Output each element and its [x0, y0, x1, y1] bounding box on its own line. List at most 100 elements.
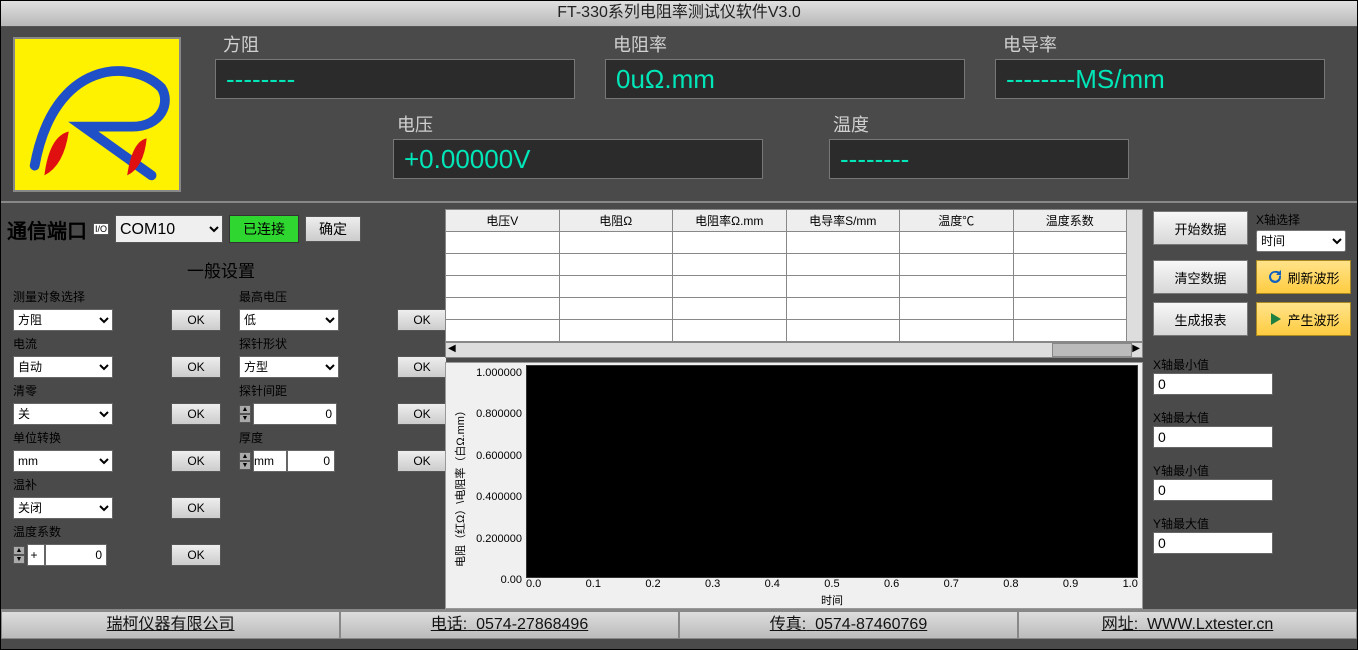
table-vscroll[interactable] — [1127, 210, 1143, 342]
data-table: 电压V 电阻Ω 电阻率Ω.mm 电导率S/mm 温度℃ 温度系数 — [445, 209, 1143, 342]
title-bar: FT-330系列电阻率测试仪软件V3.0 — [1, 1, 1357, 27]
table-header[interactable]: 电压V — [446, 210, 560, 232]
gen-report-button[interactable]: 生成报表 — [1153, 302, 1248, 336]
current-ok-button[interactable]: OK — [171, 356, 221, 378]
probe-dist-spinner[interactable]: ▲▼ — [239, 405, 251, 423]
footer: 瑞柯仪器有限公司 电话: 0574-27868496 传真: 0574-8746… — [1, 609, 1357, 639]
coef-ok-button[interactable]: OK — [171, 544, 221, 566]
thick-spinner[interactable]: ▲▼ — [239, 452, 251, 470]
table-row — [446, 254, 1143, 276]
xaxis-select-label: X轴选择 — [1256, 211, 1351, 228]
conductivity-label: 电导率 — [1003, 31, 1057, 57]
tempcomp-label: 温补 — [13, 476, 231, 493]
thick-ok-button[interactable]: OK — [397, 450, 447, 472]
logo-container — [1, 27, 193, 201]
coef-sign — [27, 544, 45, 566]
sq-res-value: -------- — [215, 59, 575, 99]
probe-dist-input[interactable] — [253, 403, 337, 425]
ymax-label: Y轴最大值 — [1153, 515, 1351, 532]
unit-label: 单位转换 — [13, 429, 231, 446]
probe-dist-ok-button[interactable]: OK — [397, 403, 447, 425]
voltage-value: +0.00000V — [393, 139, 763, 179]
xmin-input[interactable] — [1153, 373, 1273, 395]
thick-input[interactable] — [287, 450, 335, 472]
unit-ok-button[interactable]: OK — [171, 450, 221, 472]
coef-input[interactable] — [45, 544, 107, 566]
sq-res-label: 方阻 — [223, 31, 259, 57]
probe-shape-select[interactable]: 方型 — [239, 356, 339, 378]
maxv-label: 最高电压 — [239, 288, 457, 305]
zero-select[interactable]: 关 — [13, 403, 113, 425]
port-row: 通信端口 I/O COM10 已连接 确定 — [7, 209, 435, 249]
start-data-button[interactable]: 开始数据 — [1153, 211, 1248, 245]
refresh-wave-button[interactable]: 刷新波形 — [1256, 260, 1351, 294]
voltage-label: 电压 — [397, 111, 433, 137]
xaxis-select[interactable]: 时间 — [1256, 230, 1346, 252]
logo-svg — [15, 39, 179, 190]
play-icon — [1267, 311, 1283, 327]
table-header[interactable]: 电阻率Ω.mm — [673, 210, 787, 232]
port-io-icon: I/O — [93, 223, 109, 235]
xmax-input[interactable] — [1153, 426, 1273, 448]
table-header[interactable]: 温度℃ — [900, 210, 1014, 232]
table-header[interactable]: 温度系数 — [1013, 210, 1127, 232]
table-row — [446, 276, 1143, 298]
thick-unit-field — [253, 450, 287, 472]
center-panel: 电压V 电阻Ω 电阻率Ω.mm 电导率S/mm 温度℃ 温度系数 ◀▶ 电阻（红… — [441, 203, 1147, 609]
footer-site[interactable]: 网址: WWW.Lxtester.cn — [1018, 611, 1357, 639]
temp-label: 温度 — [833, 111, 869, 137]
table-row — [446, 298, 1143, 320]
table-header[interactable]: 电阻Ω — [559, 210, 673, 232]
conductivity-value: --------MS/mm — [995, 59, 1325, 99]
table-row — [446, 232, 1143, 254]
general-settings-grid: 测量对象选择 最高电压 方阻 OK 低 OK 电流 探针形状 自动 OK 方型 … — [7, 286, 435, 568]
resistivity-label: 电阻率 — [613, 31, 667, 57]
chart-ylabel: 电阻（红Ω）\电阻率（白Ω.mm） — [450, 365, 470, 606]
ymin-input[interactable] — [1153, 479, 1273, 501]
obj-select[interactable]: 方阻 — [13, 309, 113, 331]
probe-shape-label: 探针形状 — [239, 335, 457, 352]
xmin-label: X轴最小值 — [1153, 356, 1351, 373]
port-ok-button[interactable]: 确定 — [305, 216, 361, 242]
footer-company: 瑞柯仪器有限公司 — [1, 611, 340, 639]
chart: 电阻（红Ω）\电阻率（白Ω.mm） 1.000000 0.800000 0.60… — [445, 362, 1143, 609]
ymax-input[interactable] — [1153, 532, 1273, 554]
unit-select[interactable]: mm — [13, 450, 113, 472]
tempcomp-select[interactable]: 关闭 — [13, 497, 113, 519]
zero-ok-button[interactable]: OK — [171, 403, 221, 425]
table-header-row: 电压V 电阻Ω 电阻率Ω.mm 电导率S/mm 温度℃ 温度系数 — [446, 210, 1143, 232]
table-hscroll[interactable]: ◀▶ — [445, 342, 1143, 358]
port-label: 通信端口 — [7, 215, 87, 244]
left-panel: 通信端口 I/O COM10 已连接 确定 一般设置 测量对象选择 最高电压 方… — [1, 203, 441, 609]
temp-value: -------- — [829, 139, 1129, 179]
plot-area[interactable] — [526, 365, 1138, 578]
chart-yticks: 1.000000 0.800000 0.600000 0.400000 0.20… — [470, 365, 526, 606]
maxv-select[interactable]: 低 — [239, 309, 339, 331]
general-settings-title: 一般设置 — [7, 257, 435, 282]
chart-xlabel: 时间 — [526, 592, 1138, 606]
current-label: 电流 — [13, 335, 231, 352]
port-select[interactable]: COM10 — [115, 215, 223, 243]
probe-dist-label: 探针间距 — [239, 382, 457, 399]
maxv-ok-button[interactable]: OK — [397, 309, 447, 331]
logo — [13, 37, 181, 192]
current-select[interactable]: 自动 — [13, 356, 113, 378]
clear-data-button[interactable]: 清空数据 — [1153, 260, 1248, 294]
chart-xticks: 0.0 0.1 0.2 0.3 0.4 0.5 0.6 0.7 0.8 0.9 … — [526, 578, 1138, 592]
table-header[interactable]: 电导率S/mm — [786, 210, 900, 232]
connect-button[interactable]: 已连接 — [229, 215, 299, 243]
coef-label: 温度系数 — [13, 523, 231, 540]
gen-wave-button[interactable]: 产生波形 — [1256, 302, 1351, 336]
tempcomp-ok-button[interactable]: OK — [171, 497, 221, 519]
zero-label: 清零 — [13, 382, 231, 399]
ymin-label: Y轴最小值 — [1153, 462, 1351, 479]
resistivity-value: 0uΩ.mm — [605, 59, 965, 99]
refresh-icon — [1267, 269, 1283, 285]
xmax-label: X轴最大值 — [1153, 409, 1351, 426]
right-panel: 开始数据 X轴选择 时间 清空数据 刷新波形 生成报表 产生波形 X轴最小值 X… — [1147, 203, 1357, 609]
obj-ok-button[interactable]: OK — [171, 309, 221, 331]
probe-shape-ok-button[interactable]: OK — [397, 356, 447, 378]
obj-label: 测量对象选择 — [13, 288, 231, 305]
thick-label: 厚度 — [239, 429, 457, 446]
coef-spinner[interactable]: ▲▼ — [13, 546, 25, 564]
